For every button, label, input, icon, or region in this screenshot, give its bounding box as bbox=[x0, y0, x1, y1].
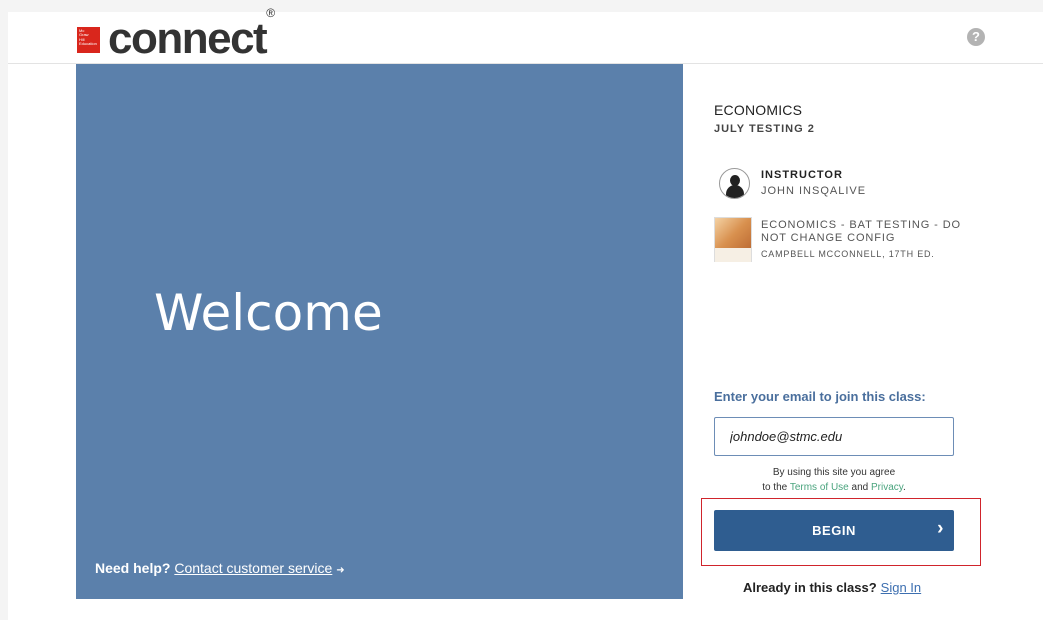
agree-line-2: to the Terms of Use and Privacy. bbox=[714, 480, 954, 495]
course-section: JULY TESTING 2 bbox=[714, 123, 815, 135]
logo-line-4: Education bbox=[79, 40, 97, 46]
course-title: ECONOMICS bbox=[714, 102, 803, 118]
welcome-heading: Welcome bbox=[154, 284, 383, 342]
contact-customer-service-link[interactable]: Contact customer service bbox=[174, 560, 332, 576]
need-help-label: Need help? bbox=[95, 560, 171, 576]
agree-period: . bbox=[903, 482, 906, 493]
already-in-class-label: Already in this class? bbox=[743, 580, 877, 595]
need-help-row: Need help? Contact customer service ➜ bbox=[95, 560, 345, 576]
connect-brand-logo[interactable]: connect® bbox=[108, 6, 275, 64]
agree-and: and bbox=[851, 482, 869, 493]
instructor-label: INSTRUCTOR bbox=[761, 169, 843, 181]
welcome-panel: Welcome Need help? Contact customer serv… bbox=[76, 64, 683, 599]
avatar-body bbox=[726, 185, 744, 198]
agree-line-1: By using this site you agree bbox=[772, 467, 896, 478]
instructor-avatar-icon bbox=[719, 168, 750, 199]
terms-of-use-link[interactable]: Terms of Use bbox=[790, 482, 849, 493]
agree-prefix: to the bbox=[762, 482, 788, 493]
arrow-right-icon: ➜ bbox=[336, 565, 345, 576]
terms-agreement: By using this site you agree to the Term… bbox=[714, 465, 954, 495]
email-input[interactable] bbox=[714, 417, 954, 456]
begin-label: BEGIN bbox=[812, 523, 856, 538]
registered-mark: ® bbox=[266, 6, 276, 21]
sign-in-row: Already in this class? Sign In bbox=[743, 580, 921, 595]
brand-text: connect bbox=[108, 14, 268, 63]
textbook-cover-image bbox=[714, 217, 752, 262]
begin-button[interactable]: BEGIN › bbox=[714, 510, 954, 551]
page: Mc Graw Hill Education connect® ? Welcom… bbox=[8, 6, 1043, 620]
join-class-label: Enter your email to join this class: bbox=[714, 389, 926, 404]
top-header: Mc Graw Hill Education connect® ? bbox=[8, 6, 1043, 64]
chevron-right-icon: › bbox=[937, 518, 944, 539]
textbook-author: CAMPBELL MCCONNELL, 17TH ED. bbox=[761, 249, 935, 259]
textbook-cover-band bbox=[715, 248, 751, 262]
sign-in-link[interactable]: Sign In bbox=[881, 580, 921, 595]
instructor-name: JOHN INSQALIVE bbox=[761, 185, 867, 197]
help-icon[interactable]: ? bbox=[967, 28, 985, 46]
textbook-title: ECONOMICS - BAT TESTING - DO NOT CHANGE … bbox=[761, 219, 961, 244]
privacy-link[interactable]: Privacy bbox=[871, 482, 903, 493]
mcgraw-hill-logo[interactable]: Mc Graw Hill Education bbox=[77, 27, 100, 53]
